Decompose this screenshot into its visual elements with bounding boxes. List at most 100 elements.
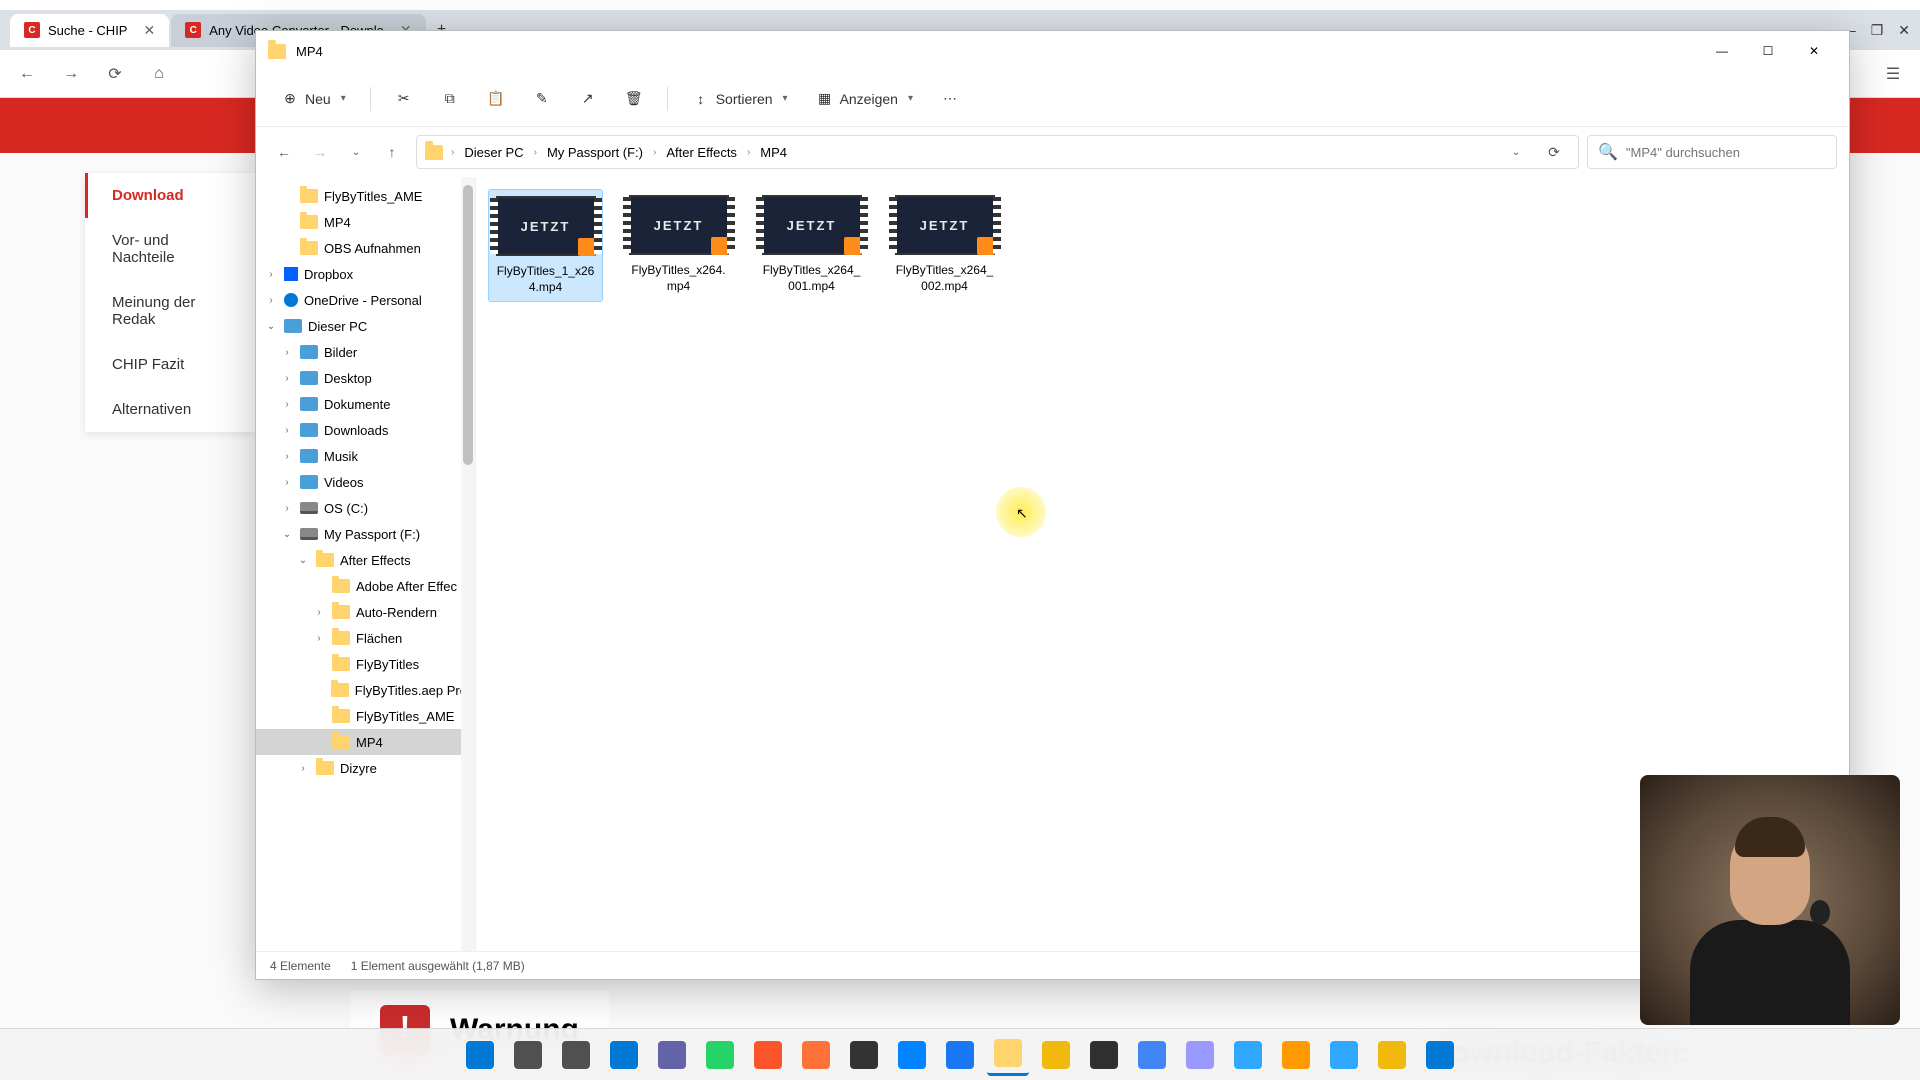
address-bar[interactable]: › Dieser PC › My Passport (F:) › After E…	[416, 135, 1579, 169]
chevron-right-icon[interactable]: ›	[653, 147, 656, 158]
tree-item[interactable]: ›Dizyre	[256, 755, 475, 781]
title-bar[interactable]: MP4 — ☐ ✕	[256, 31, 1849, 71]
tree-item[interactable]: ›Flächen	[256, 625, 475, 651]
sidebar-item-opinion[interactable]: Meinung der Redak	[85, 280, 255, 342]
dropdown-icon[interactable]: ⌄	[1500, 136, 1532, 168]
expand-icon[interactable]: ›	[312, 607, 326, 618]
file-item[interactable]: JETZTFlyByTitles_x264_002.mp4	[887, 189, 1002, 302]
delete-button[interactable]: 🗑	[615, 81, 653, 117]
taskbar-teams[interactable]	[651, 1034, 693, 1076]
expand-icon[interactable]: ›	[280, 347, 294, 358]
copy-button[interactable]: ⧉	[431, 81, 469, 117]
tree-item[interactable]: ›Bilder	[256, 339, 475, 365]
taskbar-widgets[interactable]	[603, 1034, 645, 1076]
expand-icon[interactable]: ›	[280, 503, 294, 514]
tree-item[interactable]: ›Dokumente	[256, 391, 475, 417]
view-button[interactable]: ▦ Anzeigen ▾	[806, 81, 923, 117]
taskbar-wallet[interactable]	[1371, 1034, 1413, 1076]
nav-back-button[interactable]: ←	[268, 136, 300, 168]
file-item[interactable]: JETZTFlyByTitles_x264.mp4	[621, 189, 736, 302]
taskbar-start[interactable]	[459, 1034, 501, 1076]
taskbar-brave[interactable]	[747, 1034, 789, 1076]
taskbar-whatsapp[interactable]	[699, 1034, 741, 1076]
expand-icon[interactable]: ›	[280, 399, 294, 410]
tree-item[interactable]: ›Desktop	[256, 365, 475, 391]
taskbar-search[interactable]	[507, 1034, 549, 1076]
tree-item[interactable]: ⌄After Effects	[256, 547, 475, 573]
breadcrumb-item[interactable]: MP4	[754, 141, 793, 164]
tree-item[interactable]: FlyByTitles_AME	[256, 183, 475, 209]
tree-item[interactable]: FlyByTitles_AME	[256, 703, 475, 729]
close-button[interactable]: ✕	[1791, 32, 1837, 70]
tree-item[interactable]: ›OS (C:)	[256, 495, 475, 521]
tree-item[interactable]: FlyByTitles.aep Pro	[256, 677, 475, 703]
taskbar-lightroom[interactable]	[1323, 1034, 1365, 1076]
refresh-icon[interactable]: ⟳	[103, 62, 127, 86]
cut-button[interactable]: ✂	[385, 81, 423, 117]
home-icon[interactable]: ⌂	[147, 62, 171, 86]
taskbar-explorer[interactable]	[987, 1034, 1029, 1076]
nav-forward-button[interactable]: →	[304, 136, 336, 168]
sidebar-item-download[interactable]: Download	[85, 173, 255, 218]
expand-icon[interactable]: ›	[280, 477, 294, 488]
taskbar-obs[interactable]	[1083, 1034, 1125, 1076]
expand-icon[interactable]: ›	[280, 373, 294, 384]
breadcrumb-item[interactable]: My Passport (F:)	[541, 141, 649, 164]
expand-icon[interactable]: ⌄	[280, 529, 294, 540]
taskbar-afterfx[interactable]	[1179, 1034, 1221, 1076]
tree-item[interactable]: MP4	[256, 209, 475, 235]
tree-item[interactable]: ›Dropbox	[256, 261, 475, 287]
scrollbar[interactable]	[461, 177, 475, 951]
taskbar-taskview[interactable]	[555, 1034, 597, 1076]
taskbar-video[interactable]	[1131, 1034, 1173, 1076]
sidebar-item-fazit[interactable]: CHIP Fazit	[85, 342, 255, 387]
tree-item[interactable]: FlyByTitles	[256, 651, 475, 677]
sidebar-item-pros-cons[interactable]: Vor- und Nachteile	[85, 218, 255, 280]
expand-icon[interactable]: ›	[312, 633, 326, 644]
sort-button[interactable]: ↕ Sortieren ▾	[682, 81, 798, 117]
nav-recent-button[interactable]: ⌄	[340, 136, 372, 168]
taskbar[interactable]	[0, 1028, 1920, 1080]
minimize-button[interactable]: —	[1699, 32, 1745, 70]
tree-item[interactable]: ⌄Dieser PC	[256, 313, 475, 339]
close-icon[interactable]: ✕	[143, 22, 155, 39]
expand-icon[interactable]: ›	[264, 269, 278, 280]
tree-item[interactable]: Adobe After Effec	[256, 573, 475, 599]
taskbar-photoshop[interactable]	[1227, 1034, 1269, 1076]
tree-item[interactable]: ⌄My Passport (F:)	[256, 521, 475, 547]
forward-icon[interactable]: →	[59, 62, 83, 86]
breadcrumb-item[interactable]: After Effects	[660, 141, 743, 164]
menu-icon[interactable]: ☰	[1881, 62, 1905, 86]
search-input[interactable]	[1626, 145, 1826, 160]
expand-icon[interactable]: ⌄	[264, 321, 278, 332]
taskbar-money[interactable]	[1035, 1034, 1077, 1076]
search-box[interactable]: 🔍	[1587, 135, 1837, 169]
taskbar-messenger[interactable]	[891, 1034, 933, 1076]
tree-item[interactable]: ›Videos	[256, 469, 475, 495]
share-button[interactable]: ↗	[569, 81, 607, 117]
taskbar-illustrator[interactable]	[1275, 1034, 1317, 1076]
file-item[interactable]: JETZTFlyByTitles_1_x264.mp4	[488, 189, 603, 302]
tree-item[interactable]: ›Auto-Rendern	[256, 599, 475, 625]
expand-icon[interactable]: ›	[280, 451, 294, 462]
tree-item[interactable]: ›Musik	[256, 443, 475, 469]
more-button[interactable]: ⋯	[931, 81, 969, 117]
sidebar-item-alternatives[interactable]: Alternativen	[85, 387, 255, 432]
navigation-pane[interactable]: FlyByTitles_AMEMP4OBS Aufnahmen›Dropbox›…	[256, 177, 476, 951]
nav-up-button[interactable]: ↑	[376, 136, 408, 168]
tree-item[interactable]: OBS Aufnahmen	[256, 235, 475, 261]
breadcrumb-item[interactable]: Dieser PC	[458, 141, 529, 164]
file-item[interactable]: JETZTFlyByTitles_x264_001.mp4	[754, 189, 869, 302]
tree-item[interactable]: MP4	[256, 729, 475, 755]
expand-icon[interactable]: ⌄	[296, 555, 310, 566]
tree-item[interactable]: ›Downloads	[256, 417, 475, 443]
expand-icon[interactable]: ›	[264, 295, 278, 306]
taskbar-firefox[interactable]	[795, 1034, 837, 1076]
back-icon[interactable]: ←	[15, 62, 39, 86]
new-button[interactable]: ⊕ Neu ▾	[271, 81, 356, 117]
chevron-right-icon[interactable]: ›	[451, 147, 454, 158]
browser-close-icon[interactable]: ✕	[1898, 22, 1910, 39]
maximize-button[interactable]: ☐	[1745, 32, 1791, 70]
tree-item[interactable]: ›OneDrive - Personal	[256, 287, 475, 313]
expand-icon[interactable]: ›	[280, 425, 294, 436]
